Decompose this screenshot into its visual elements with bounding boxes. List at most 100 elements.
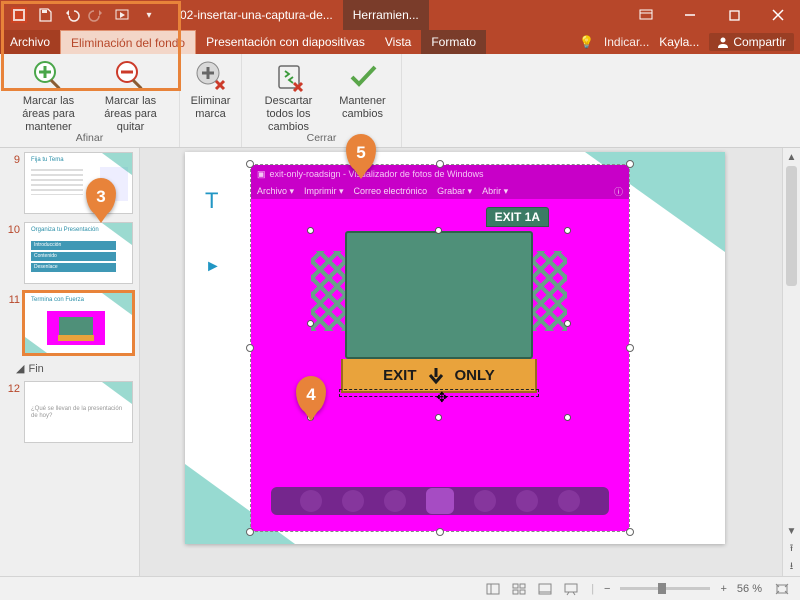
- ribbon: Marcar las áreas para mantener Marcar la…: [0, 54, 800, 148]
- reading-view-button[interactable]: [535, 581, 555, 597]
- group-label-refine: Afinar: [0, 132, 179, 144]
- pv-menu-print: Imprimir ▾: [304, 186, 344, 197]
- zoom-in-button[interactable]: +: [720, 583, 726, 595]
- scroll-down-button[interactable]: ▼: [783, 522, 800, 540]
- keep-changes-button[interactable]: Mantener cambios: [331, 58, 395, 135]
- slide-sorter-button[interactable]: [509, 581, 529, 597]
- sign-exit-number: EXIT 1A: [486, 207, 549, 227]
- close-button[interactable]: [756, 0, 800, 30]
- mark-areas-keep-button[interactable]: Marcar las áreas para mantener: [9, 58, 89, 135]
- sign-only-text: ONLY: [455, 367, 495, 384]
- tab-view[interactable]: Vista: [375, 30, 421, 54]
- next-slide-button[interactable]: ⭳: [783, 558, 800, 576]
- normal-view-button[interactable]: [483, 581, 503, 597]
- person-icon: [717, 36, 729, 48]
- plus-pencil-icon: [33, 60, 65, 92]
- share-button[interactable]: Compartir: [709, 33, 794, 51]
- ribbon-display-options-button[interactable]: [624, 0, 668, 30]
- qat-customize-button[interactable]: ▾: [136, 1, 162, 29]
- tab-format[interactable]: Formato: [421, 30, 486, 54]
- app-icon: [6, 1, 32, 29]
- minimize-button[interactable]: [668, 0, 712, 30]
- slide-thumbnail-9[interactable]: Fija tu Tema: [24, 152, 133, 214]
- slide-thumbnail-12[interactable]: ¿Qué se llevan de la presentación de hoy…: [24, 381, 133, 443]
- share-label: Compartir: [733, 35, 786, 49]
- foreground-marquee[interactable]: EXIT 1A EXIT ONLY ✥: [311, 231, 567, 417]
- help-icon: ⓘ: [614, 185, 623, 198]
- contextual-tab-header: Herramien...: [343, 0, 429, 30]
- vertical-scrollbar[interactable]: ▲ ▼ ⭱ ⭳: [782, 148, 800, 576]
- undo-button[interactable]: [58, 1, 84, 29]
- recycle-discard-icon: [273, 60, 305, 92]
- keep-label: Mantener cambios: [333, 95, 393, 121]
- background-removal-overlay: ▣ exit-only-roadsign - Visualizador de f…: [251, 165, 629, 531]
- delete-mark-icon: [195, 60, 227, 92]
- minus-pencil-icon: [115, 60, 147, 92]
- document-title: 02-insertar-una-captura-de...: [180, 8, 333, 22]
- slide: T ► ▣ exit-only-roadsign - Visualizador …: [185, 152, 725, 544]
- tab-file[interactable]: Archivo: [0, 30, 60, 54]
- group-label-close: Cerrar: [242, 132, 401, 144]
- section-header[interactable]: ◢ Fin: [16, 362, 133, 375]
- app-small-icon: ▣: [257, 169, 266, 180]
- sign-exit-only: EXIT ONLY: [341, 359, 537, 393]
- tell-me-input[interactable]: Indicar...: [604, 35, 649, 49]
- sign-exit-text: EXIT: [383, 367, 416, 384]
- slide-title-fragment: T: [205, 188, 218, 214]
- thumb9-title: Fija tu Tema: [31, 157, 64, 163]
- pv-menu-burn: Grabar ▾: [437, 186, 472, 197]
- discard-label: Descartar todos los cambios: [251, 95, 327, 135]
- discard-changes-button[interactable]: Descartar todos los cambios: [249, 58, 329, 135]
- thumb-number: 10: [6, 222, 20, 236]
- tell-me-icon[interactable]: 💡: [579, 35, 594, 49]
- thumb10-title: Organiza tu Presentación: [31, 227, 99, 233]
- tab-slideshow[interactable]: Presentación con diapositivas: [196, 30, 375, 54]
- slide-bullet-marker: ►: [205, 258, 221, 276]
- thumb11-title: Termina con Fuerza: [31, 297, 84, 303]
- save-button[interactable]: [32, 1, 58, 29]
- fit-to-window-button[interactable]: [772, 581, 792, 597]
- ribbon-tabs: Archivo Eliminación del fondo Presentaci…: [0, 30, 800, 54]
- zoom-level[interactable]: 56 %: [737, 583, 762, 595]
- section-name: Fin: [28, 363, 43, 375]
- pv-menu-file: Archivo ▾: [257, 186, 294, 197]
- main-area: 9 Fija tu Tema 10 Organiza tu Presentaci…: [0, 148, 800, 576]
- zoom-slider[interactable]: [620, 587, 710, 590]
- image-selection[interactable]: ▣ exit-only-roadsign - Visualizador de f…: [250, 164, 630, 532]
- scroll-thumb[interactable]: [786, 166, 797, 286]
- scroll-up-button[interactable]: ▲: [783, 148, 800, 166]
- slide-thumbnail-11[interactable]: Termina con Fuerza: [24, 292, 133, 354]
- pv-menu-open: Abrir ▾: [482, 186, 508, 197]
- redo-button[interactable]: [84, 1, 110, 29]
- mark-areas-remove-button[interactable]: Marcar las áreas para quitar: [91, 58, 171, 135]
- delete-mark-label: Eliminar marca: [186, 95, 236, 121]
- slide-canvas[interactable]: T ► ▣ exit-only-roadsign - Visualizador …: [140, 148, 782, 576]
- sign-panel: [345, 231, 533, 359]
- zoom-out-button[interactable]: −: [604, 583, 610, 595]
- user-name[interactable]: Kayla...: [659, 35, 699, 49]
- mark-keep-label: Marcar las áreas para mantener: [11, 95, 87, 135]
- thumb-number: 12: [6, 381, 20, 395]
- delete-mark-button[interactable]: Eliminar marca: [184, 58, 238, 121]
- slide-thumbnails-pane[interactable]: 9 Fija tu Tema 10 Organiza tu Presentaci…: [0, 148, 140, 576]
- photo-viewer-toolbar: [271, 487, 609, 515]
- thumb-number: 11: [6, 292, 20, 306]
- pv-menu-email: Correo electrónico: [354, 186, 428, 196]
- prev-slide-button[interactable]: ⭱: [783, 540, 800, 558]
- thumb12-text: ¿Qué se llevan de la presentación de hoy…: [31, 406, 126, 419]
- status-bar: | − + 56 %: [0, 576, 800, 600]
- down-arrow-icon: [427, 366, 445, 384]
- tab-background-removal[interactable]: Eliminación del fondo: [60, 30, 196, 54]
- mark-remove-label: Marcar las áreas para quitar: [93, 95, 169, 135]
- checkmark-icon: [347, 60, 379, 92]
- start-from-beginning-button[interactable]: [110, 1, 136, 29]
- slide-thumbnail-10[interactable]: Organiza tu Presentación Introducción Co…: [24, 222, 133, 284]
- collapse-section-icon[interactable]: ◢: [16, 362, 24, 375]
- slideshow-view-button[interactable]: [561, 581, 581, 597]
- photo-viewer-menubar: Archivo ▾ Imprimir ▾ Correo electrónico …: [251, 183, 629, 199]
- move-cursor-icon: ✥: [436, 389, 448, 406]
- maximize-button[interactable]: [712, 0, 756, 30]
- title-bar: ▾ 02-insertar-una-captura-de... Herramie…: [0, 0, 800, 30]
- photo-viewer-title: exit-only-roadsign - Visualizador de fot…: [270, 169, 484, 179]
- thumb-number: 9: [6, 152, 20, 166]
